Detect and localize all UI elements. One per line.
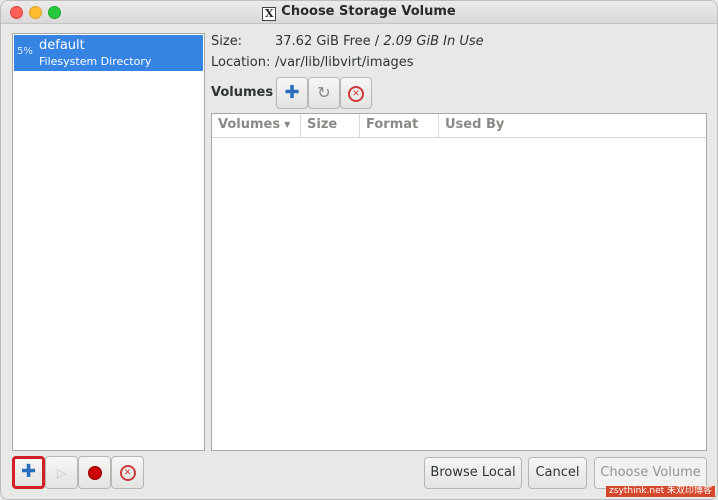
plus-icon: ✚ <box>20 461 37 482</box>
choose-volume-button[interactable]: Choose Volume <box>594 457 707 489</box>
add-pool-button[interactable]: ✚ <box>12 456 45 489</box>
plus-icon: ✚ <box>284 82 300 103</box>
window-title: Choose Storage Volume <box>281 4 456 19</box>
column-header-size[interactable]: Size <box>301 114 360 137</box>
stop-icon <box>87 465 102 480</box>
pool-usage-percent: 5% <box>17 46 33 57</box>
pool-item-default[interactable]: 5% default Filesystem Directory <box>14 35 203 71</box>
add-volume-button[interactable]: ✚ <box>276 77 308 109</box>
size-value: 37.62 GiB Free / 2.09 GiB In Use <box>275 34 484 49</box>
volumes-heading: Volumes <box>211 85 274 100</box>
refresh-icon: ↻ <box>317 83 331 102</box>
column-header-used-by[interactable]: Used By <box>439 114 706 137</box>
location-value: /var/lib/libvirt/images <box>275 55 414 70</box>
play-icon: ▷ <box>56 466 67 480</box>
browse-local-button[interactable]: Browse Local <box>424 457 522 489</box>
watermark: zsythink.net 朱双印博客 <box>606 486 715 497</box>
delete-icon: ✕ <box>119 464 136 481</box>
storage-pool-list[interactable]: 5% default Filesystem Directory <box>12 33 205 451</box>
column-header-volumes[interactable]: Volumes ▼ <box>212 114 301 137</box>
pool-type: Filesystem Directory <box>39 55 152 68</box>
pool-name: default <box>39 38 85 53</box>
x11-app-icon: X <box>262 7 277 21</box>
title-bar[interactable]: X Choose Storage Volume <box>1 1 717 24</box>
cancel-button[interactable]: Cancel <box>528 457 587 489</box>
size-separator: / <box>370 34 384 49</box>
size-in-use: 2.09 GiB In Use <box>383 34 484 49</box>
volumes-table[interactable]: Volumes ▼ Size Format Used By <box>211 113 707 451</box>
sort-descending-icon: ▼ <box>284 120 291 129</box>
size-free: 37.62 GiB Free <box>275 34 371 49</box>
delete-icon: ✕ <box>348 85 364 102</box>
choose-storage-volume-dialog: X Choose Storage Volume 5% default Filesy… <box>0 0 718 500</box>
start-pool-button[interactable]: ▷ <box>45 456 78 489</box>
window-title-area: X Choose Storage Volume <box>1 4 717 21</box>
size-label: Size: <box>211 34 243 49</box>
stop-pool-button[interactable] <box>78 456 111 489</box>
delete-volume-button[interactable]: ✕ <box>340 77 372 109</box>
refresh-volumes-button[interactable]: ↻ <box>308 77 340 109</box>
delete-pool-button[interactable]: ✕ <box>111 456 144 489</box>
column-header-format[interactable]: Format <box>360 114 439 137</box>
location-label: Location: <box>211 55 271 70</box>
volumes-table-header: Volumes ▼ Size Format Used By <box>212 114 706 138</box>
